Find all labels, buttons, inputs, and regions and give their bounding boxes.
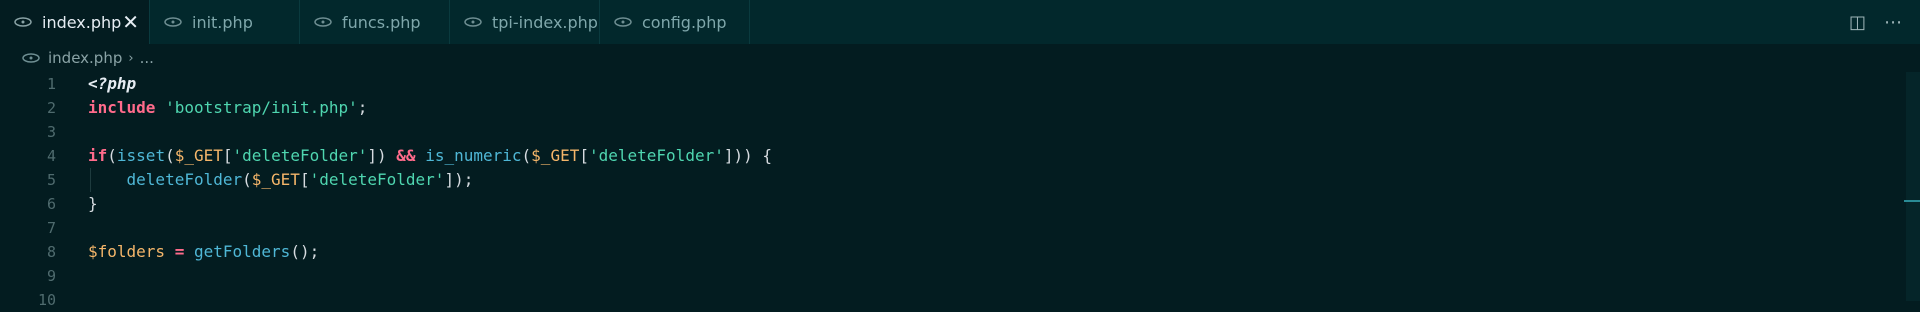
close-icon[interactable]: ✕ xyxy=(122,10,139,34)
token-punct: ]) xyxy=(367,146,387,165)
tab-bar: index.php ✕ init.php funcs.php tpi-index… xyxy=(0,0,1920,44)
line-number: 4 xyxy=(46,147,56,165)
line-number: 10 xyxy=(37,291,56,309)
line-number: 7 xyxy=(46,219,56,237)
tab-funcs-php[interactable]: funcs.php xyxy=(300,0,450,44)
code-line: 6 } xyxy=(0,192,1920,216)
tab-tpi-index-php[interactable]: tpi-index.php xyxy=(450,0,600,44)
token-punct: ])) { xyxy=(723,146,773,165)
tab-label: tpi-index.php xyxy=(492,12,598,32)
php-file-icon xyxy=(464,17,482,27)
code-line: 4 if(isset($_GET['deleteFolder']) && is_… xyxy=(0,144,1920,168)
tab-label: config.php xyxy=(642,12,727,32)
tab-index-php[interactable]: index.php ✕ xyxy=(0,0,150,44)
tab-label: funcs.php xyxy=(342,12,421,32)
tab-config-php[interactable]: config.php xyxy=(600,0,750,44)
scroll-position-marker xyxy=(1904,200,1920,202)
code-line: 8 $folders = getFolders(); xyxy=(0,240,1920,264)
token-variable: $_GET xyxy=(531,146,580,165)
code-line: 10 xyxy=(0,288,1920,312)
vertical-scrollbar[interactable] xyxy=(1906,72,1920,301)
line-number: 8 xyxy=(46,243,56,261)
code-line: 9 xyxy=(0,264,1920,288)
token-variable: $folders xyxy=(88,242,166,261)
token-punct: ]); xyxy=(444,170,474,189)
token-variable: $_GET xyxy=(174,146,223,165)
line-number: 2 xyxy=(46,99,56,117)
token-keyword: include xyxy=(88,98,156,117)
tab-label: init.php xyxy=(192,12,253,32)
breadcrumb-file[interactable]: index.php xyxy=(48,49,122,67)
token-operator: = xyxy=(174,242,185,261)
more-actions-icon[interactable]: ⋯ xyxy=(1884,12,1902,33)
code-line: 1 <?php xyxy=(0,72,1920,96)
token-punct: (); xyxy=(290,242,320,261)
line-number: 9 xyxy=(46,267,56,285)
tab-label: index.php xyxy=(42,12,122,32)
code-editor[interactable]: 1 <?php 2 include 'bootstrap/init.php'; … xyxy=(0,72,1920,312)
token-function: getFolders xyxy=(193,242,291,261)
token-function: is_numeric xyxy=(425,146,522,165)
token-variable: $_GET xyxy=(251,170,300,189)
code-line: 2 include 'bootstrap/init.php'; xyxy=(0,96,1920,120)
token-punct: ( xyxy=(165,146,175,165)
php-file-icon xyxy=(614,17,632,27)
php-file-icon xyxy=(14,17,32,27)
token-function: isset xyxy=(116,146,166,165)
code-line: 3 xyxy=(0,120,1920,144)
tab-init-php[interactable]: init.php xyxy=(150,0,300,44)
token-punct: ( xyxy=(242,170,252,189)
token-string: 'deleteFolder' xyxy=(232,146,368,165)
line-number: 6 xyxy=(46,195,56,213)
php-file-icon xyxy=(314,17,332,27)
split-editor-icon[interactable]: ◫ xyxy=(1849,12,1866,33)
php-file-icon xyxy=(22,53,40,63)
editor-actions: ◫ ⋯ xyxy=(1849,0,1902,44)
token-string: 'deleteFolder' xyxy=(588,146,724,165)
code-line: 5 deleteFolder($_GET['deleteFolder']); xyxy=(0,168,1920,192)
token-punct: ( xyxy=(521,146,532,165)
breadcrumb: index.php › ... xyxy=(0,44,1920,72)
code-line: 7 xyxy=(0,216,1920,240)
line-number: 1 xyxy=(46,75,56,93)
token-punct: [ xyxy=(579,146,589,165)
token-punct: [ xyxy=(299,170,310,189)
token-punct: ( xyxy=(107,146,117,165)
token-string: 'bootstrap/init.php' xyxy=(165,98,358,117)
token-punct: [ xyxy=(222,146,233,165)
token-operator: && xyxy=(396,146,416,165)
line-number: 3 xyxy=(46,123,56,141)
breadcrumb-rest[interactable]: ... xyxy=(140,49,154,67)
chevron-right-icon: › xyxy=(128,50,134,66)
token-punct: } xyxy=(88,194,98,213)
php-open-tag: <?php xyxy=(88,74,137,93)
token-punct: ; xyxy=(357,98,368,117)
token-keyword: if xyxy=(88,146,108,165)
indent-guide xyxy=(90,168,91,192)
token-string: 'deleteFolder' xyxy=(309,170,445,189)
line-number: 5 xyxy=(46,171,56,189)
php-file-icon xyxy=(164,17,182,27)
token-function: deleteFolder xyxy=(126,170,243,189)
